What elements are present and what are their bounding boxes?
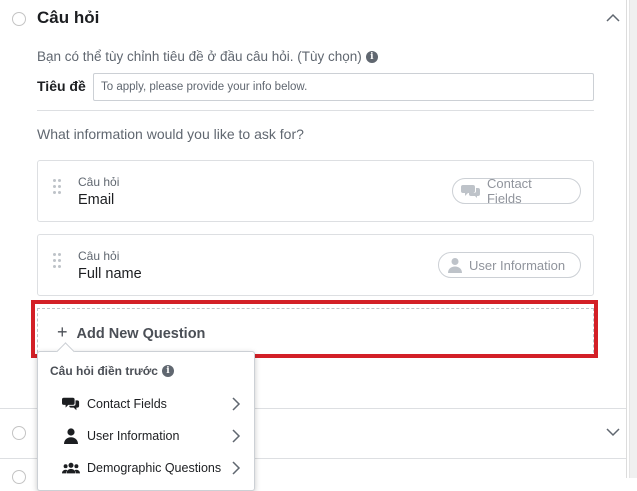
section-radio[interactable] (12, 470, 26, 484)
question-label: Câu hỏi (78, 249, 120, 263)
menu-item-demographic-questions[interactable]: Demographic Questions (38, 453, 254, 483)
divider (37, 110, 594, 111)
ask-label: What information would you like to ask f… (37, 126, 304, 142)
section-radio[interactable] (12, 12, 26, 26)
menu-item-label: Contact Fields (87, 397, 167, 411)
menu-header: Câu hỏi điền trước i (50, 364, 174, 378)
title-label: Tiêu đề (37, 78, 86, 94)
question-type-label: User Information (469, 257, 566, 273)
menu-item-contact-fields[interactable]: Contact Fields (38, 389, 254, 419)
chat-bubbles-icon (461, 185, 480, 198)
chevron-down-icon[interactable] (606, 425, 620, 439)
menu-item-label: User Information (87, 429, 180, 443)
question-card-email[interactable]: Câu hỏi Email Contact Fields (37, 160, 594, 222)
title-hint-text: Bạn có thể tùy chỉnh tiêu đề ở đầu câu h… (37, 49, 362, 64)
question-card-full-name[interactable]: Câu hỏi Full name User Information (37, 234, 594, 296)
chevron-right-icon (232, 397, 241, 411)
menu-item-user-information[interactable]: User Information (38, 421, 254, 451)
scrollbar[interactable] (629, 0, 637, 478)
drag-handle-icon[interactable] (53, 179, 63, 195)
info-icon[interactable]: i (365, 51, 378, 64)
question-type-badge: Contact Fields (452, 176, 581, 206)
question-value: Email (78, 192, 115, 208)
menu-item-label: Demographic Questions (87, 461, 222, 475)
question-label: Câu hỏi (78, 175, 120, 189)
question-type-label: Contact Fields (486, 176, 532, 206)
title-hint: Bạn có thể tùy chỉnh tiêu đề ở đầu câu h… (37, 49, 378, 64)
person-icon (448, 258, 462, 273)
group-icon (62, 462, 80, 474)
person-icon (64, 428, 78, 444)
chevron-right-icon (232, 429, 241, 443)
menu-header-label: Câu hỏi điền trước (50, 364, 158, 378)
section-radio[interactable] (12, 426, 26, 440)
info-icon[interactable]: i (161, 365, 174, 377)
chevron-up-icon[interactable] (606, 11, 620, 25)
title-input[interactable] (93, 73, 594, 101)
question-type-badge: User Information (438, 252, 581, 278)
chat-bubbles-icon (62, 397, 80, 411)
chevron-right-icon (232, 461, 241, 475)
drag-handle-icon[interactable] (53, 253, 63, 269)
question-value: Full name (78, 266, 142, 282)
prefill-questions-menu: Câu hỏi điền trước i Contact Fields User … (37, 342, 255, 491)
highlight-box (31, 300, 598, 358)
section-title: Câu hỏi (37, 8, 100, 27)
